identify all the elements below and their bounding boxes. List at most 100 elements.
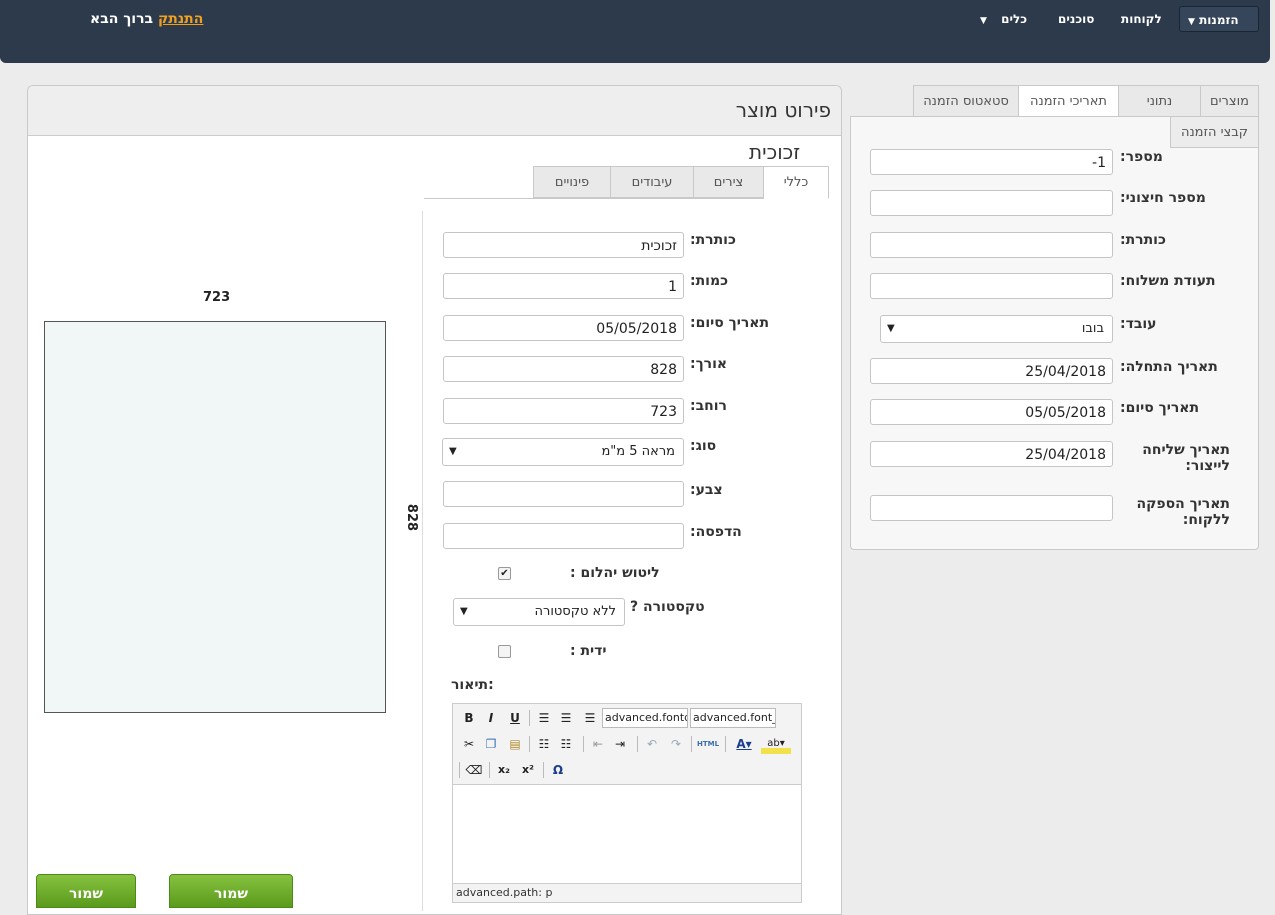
font-family-select[interactable]: advanced.fontd [602, 708, 688, 728]
tab-corners[interactable]: פינויים [533, 166, 611, 198]
nav-customers-link[interactable]: לקוחות [1121, 6, 1162, 32]
texture-select[interactable]: ללא טקסטורה ▼ [453, 598, 625, 626]
copy-icon[interactable]: ❐ [483, 734, 499, 754]
tab-order-dates[interactable]: תאריכי הזמנה [1018, 85, 1119, 117]
logout-link[interactable]: התנתק [158, 11, 203, 27]
highlight-color-icon[interactable]: ab▾ [761, 734, 791, 754]
font-size-select[interactable]: advanced.font_ [690, 708, 776, 728]
start-date-input[interactable]: 25/04/2018 [870, 358, 1113, 384]
handle-label: ידית : [570, 643, 607, 659]
title-label: כותרת: [690, 232, 736, 248]
order-end-date-label: תאריך סיום: [1120, 400, 1200, 416]
toolbar-separator [637, 736, 638, 752]
worker-select[interactable]: בובו ▼ [880, 315, 1113, 343]
send-to-production-input[interactable]: 25/04/2018 [870, 441, 1113, 467]
align-center-icon[interactable]: ☰ [557, 708, 575, 728]
send-to-production-label: תאריך שליחה לייצור: [1142, 442, 1230, 474]
redo-icon[interactable]: ↷ [667, 734, 685, 754]
tab-hinges[interactable]: צירים [693, 166, 764, 198]
page-title: פירוט מוצר [735, 98, 831, 122]
outdent-icon[interactable]: ⇤ [589, 734, 607, 754]
save-button[interactable]: שמור [36, 874, 136, 908]
cut-icon[interactable]: ✂ [461, 734, 477, 754]
tab-order-status[interactable]: סטאטוס הזמנה [913, 85, 1019, 117]
top-navbar: ▼ הזמנות לקוחות סוכנים ▼ כלים התנתק ברוך… [0, 0, 1270, 63]
start-date-label: תאריך התחלה: [1120, 359, 1218, 375]
tab-processing[interactable]: עיבודים [610, 166, 694, 198]
quantity-input[interactable]: 1 [443, 273, 684, 299]
texture-select-value: ללא טקסטורה [534, 604, 617, 619]
italic-icon[interactable]: I [483, 708, 499, 728]
end-date-input[interactable]: 05/05/2018 [443, 315, 684, 341]
preview-height-label: 828 [404, 503, 420, 532]
color-label: צבע: [690, 482, 723, 498]
tabs-divider [424, 198, 764, 199]
nav-agents-link[interactable]: סוכנים [1058, 6, 1094, 32]
tab-general[interactable]: כללי [763, 166, 829, 199]
toolbar-separator [691, 736, 692, 752]
external-number-label: מספר חיצוני: [1120, 190, 1206, 206]
checkmark-icon: ✔ [500, 568, 509, 579]
panel-header: פירוט מוצר [28, 86, 841, 136]
diamond-polish-label: ליטוש יהלום : [570, 565, 660, 581]
length-input[interactable]: 828 [443, 356, 684, 382]
save-button-secondary[interactable]: שמור [169, 874, 293, 908]
toolbar-separator [459, 762, 460, 778]
font-size-select-value: advanced.font_ [693, 711, 776, 724]
width-input[interactable]: 723 [443, 398, 684, 424]
print-input[interactable] [443, 523, 684, 549]
subscript-icon[interactable]: x₂ [495, 760, 513, 780]
title-input[interactable]: זכוכית [443, 232, 684, 258]
product-name: זכוכית [749, 140, 801, 164]
editor-toolbar-row-1: B I U ☰ ☰ ☰ advanced.fontd advanced.font… [457, 708, 797, 730]
color-input[interactable] [443, 481, 684, 507]
undo-icon[interactable]: ↶ [643, 734, 661, 754]
toolbar-separator [583, 736, 584, 752]
text-color-icon[interactable]: A▾ [731, 734, 757, 754]
nav-tools-label: כלים [1001, 12, 1028, 26]
html-source-icon[interactable]: HTML [695, 734, 721, 754]
dropdown-arrow-icon: ▼ [449, 446, 457, 457]
superscript-icon[interactable]: x² [519, 760, 537, 780]
end-date-label: תאריך סיום: [690, 315, 770, 331]
order-title-input[interactable] [870, 232, 1113, 258]
nav-tools-button[interactable]: ▼ כלים [980, 6, 1027, 32]
tab-data[interactable]: נתוני [1118, 85, 1201, 117]
paste-icon[interactable]: ▤ [505, 734, 525, 754]
customer-supply-date-label: תאריך הספקה ללקוח: [1136, 496, 1230, 528]
align-right-icon[interactable]: ☰ [581, 708, 599, 728]
order-number-input[interactable]: -1 [870, 149, 1113, 175]
chevron-down-icon: ▼ [980, 16, 987, 26]
order-end-date-input[interactable]: 05/05/2018 [870, 399, 1113, 425]
external-number-input[interactable] [870, 190, 1113, 216]
length-label: אורך: [690, 356, 728, 372]
special-char-icon[interactable]: Ω [549, 760, 567, 780]
shipping-note-label: תעודת משלוח: [1120, 273, 1216, 289]
description-label: :תיאור [451, 677, 494, 693]
toolbar-separator [489, 762, 490, 778]
diamond-polish-checkbox[interactable]: ✔ [498, 567, 511, 580]
editor-content-area[interactable] [453, 784, 801, 884]
eraser-icon[interactable]: ⌫ [465, 760, 483, 780]
customer-supply-date-input[interactable] [870, 495, 1113, 521]
nav-orders-button[interactable]: ▼ הזמנות [1179, 6, 1259, 32]
dropdown-arrow-icon: ▼ [887, 323, 895, 334]
tab-products[interactable]: מוצרים [1200, 85, 1259, 117]
shipping-note-input[interactable] [870, 273, 1113, 299]
handle-checkbox[interactable] [498, 645, 511, 658]
type-select-value: מראה 5 מ"מ [601, 444, 675, 459]
underline-icon[interactable]: U [507, 708, 523, 728]
type-select[interactable]: מראה 5 מ"מ ▼ [442, 438, 684, 466]
tab-order-files[interactable]: קבצי הזמנה [1170, 116, 1259, 148]
bullet-list-icon[interactable]: ☷ [535, 734, 553, 754]
toolbar-separator [529, 736, 530, 752]
numbered-list-icon[interactable]: ☷ [557, 734, 575, 754]
indent-icon[interactable]: ⇥ [611, 734, 629, 754]
bold-icon[interactable]: B [461, 708, 477, 728]
description-editor: B I U ☰ ☰ ☰ advanced.fontd advanced.font… [452, 703, 802, 903]
align-left-icon[interactable]: ☰ [535, 708, 553, 728]
width-label: רוחב: [690, 398, 727, 414]
type-label: סוג: [690, 438, 717, 454]
quantity-label: כמות: [690, 273, 729, 289]
worker-select-value: בובו [1081, 321, 1104, 336]
